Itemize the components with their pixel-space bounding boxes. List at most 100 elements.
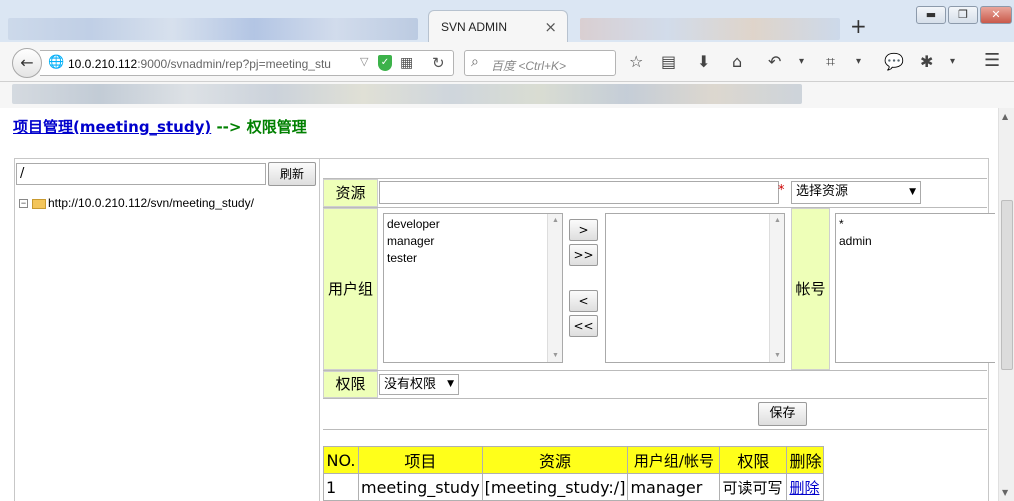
search-icon: ⌕ — [471, 54, 479, 70]
group-option[interactable]: tester — [384, 250, 562, 267]
address-bar[interactable]: 🌐 10.0.210.112:9000/svnadmin/rep?pj=meet… — [40, 50, 454, 76]
extension-dropdown-icon[interactable]: ▾ — [950, 56, 955, 67]
crop-icon[interactable]: ⌗ — [826, 52, 835, 72]
home-icon[interactable]: ⌂ — [732, 52, 742, 71]
arrow-left-icon: ← — [20, 53, 34, 72]
breadcrumb-separator: --> — [216, 118, 242, 136]
tab-title: SVN ADMIN — [441, 20, 508, 34]
row-divider — [323, 398, 987, 399]
col-no: NO. — [323, 446, 359, 474]
row-divider — [323, 429, 987, 430]
undo-icon[interactable]: ↶ — [768, 52, 781, 71]
chevron-down-icon: ▼ — [909, 187, 916, 197]
scroll-down-icon[interactable]: ▼ — [1002, 488, 1008, 497]
back-button[interactable]: ← — [12, 48, 42, 78]
breadcrumb: 项目管理(meeting_study) --> 权限管理 — [13, 116, 307, 137]
col-project: 项目 — [358, 446, 483, 474]
delete-link[interactable]: 删除 — [789, 479, 819, 497]
account-option[interactable]: admin — [836, 233, 995, 250]
account-option[interactable]: * — [836, 214, 995, 233]
menu-icon[interactable]: ☰ — [984, 50, 1000, 71]
group-option[interactable]: manager — [384, 233, 562, 250]
col-delete: 删除 — [786, 446, 825, 474]
globe-icon: 🌐 — [48, 55, 65, 70]
download-icon[interactable]: ⬇ — [697, 52, 710, 71]
resource-select[interactable]: 选择资源 ▼ — [791, 181, 921, 204]
permission-label: 权限 — [323, 371, 378, 398]
scroll-down-icon[interactable]: ▼ — [552, 352, 559, 359]
new-tab-button[interactable]: + — [850, 14, 867, 38]
selected-list[interactable]: ▲ ▼ — [605, 213, 785, 363]
close-tab-icon[interactable]: × — [544, 18, 557, 36]
refresh-button[interactable]: 刷新 — [268, 162, 316, 186]
group-option[interactable]: developer — [384, 214, 562, 233]
row-divider — [323, 207, 987, 208]
resource-select-value: 选择资源 — [796, 184, 849, 199]
cell-permission: 可读可写 — [719, 473, 788, 501]
repo-tree-panel: / 刷新 − http://10.0.210.112/svn/meeting_st… — [14, 158, 319, 501]
resource-input[interactable] — [379, 181, 779, 204]
undo-dropdown-icon[interactable]: ▾ — [799, 56, 804, 67]
add-all-button[interactable]: >> — [569, 244, 598, 266]
chevron-down-icon: ▼ — [447, 379, 454, 389]
cell-group: manager — [627, 473, 721, 501]
resource-label: 资源 — [323, 179, 378, 207]
page-title: 权限管理 — [246, 118, 307, 136]
minimize-button[interactable]: ▬ — [916, 6, 946, 24]
account-list[interactable]: * admin — [835, 213, 995, 363]
cell-resource: [meeting_study:/] — [481, 473, 629, 501]
scroll-up-icon[interactable]: ▲ — [1002, 112, 1008, 121]
permission-select-value: 没有权限 — [384, 377, 437, 392]
account-label: 帐号 — [791, 208, 830, 370]
permission-form: 资源 * 选择资源 ▼ 用户组 developer manager tester… — [323, 178, 995, 430]
scroll-up-icon[interactable]: ▲ — [552, 217, 559, 224]
security-shield-icon[interactable]: ✓ — [378, 55, 392, 71]
add-button[interactable]: > — [569, 219, 598, 241]
search-placeholder: 百度 <Ctrl+K> — [491, 59, 567, 73]
history-dropdown-icon[interactable]: ▽ — [360, 55, 368, 68]
remove-button[interactable]: < — [569, 290, 598, 312]
permission-table: NO. 项目 资源 用户组/帐号 权限 删除 1 meeting_study [… — [323, 446, 825, 501]
tree-root[interactable]: − http://10.0.210.112/svn/meeting_study/ — [19, 196, 254, 210]
col-group-account: 用户组/帐号 — [627, 446, 721, 474]
scroll-up-icon[interactable]: ▲ — [774, 217, 781, 224]
col-permission: 权限 — [719, 446, 788, 474]
scroll-down-icon[interactable]: ▼ — [774, 352, 781, 359]
table-row: 1 meeting_study [meeting_study:/] manage… — [323, 473, 825, 501]
permission-select[interactable]: 没有权限 ▼ — [379, 374, 459, 395]
path-input[interactable]: / — [16, 163, 266, 185]
collapse-icon[interactable]: − — [19, 199, 28, 209]
maximize-button[interactable]: ❐ — [948, 6, 978, 24]
tab-svn-admin[interactable]: SVN ADMIN × — [428, 10, 568, 44]
close-window-button[interactable]: ✕ — [980, 6, 1012, 24]
folder-open-icon — [32, 198, 46, 209]
blurred-tabs — [8, 18, 418, 40]
crop-dropdown-icon[interactable]: ▾ — [856, 56, 861, 67]
selected-list-scrollbar[interactable]: ▲ ▼ — [769, 214, 784, 362]
scrollbar-thumb[interactable] — [1001, 200, 1013, 370]
cell-project: meeting_study — [358, 473, 483, 501]
group-list-scrollbar[interactable]: ▲ ▼ — [547, 214, 562, 362]
page-scrollbar[interactable]: ▲ ▼ — [998, 108, 1014, 501]
search-bar[interactable]: ⌕ 百度 <Ctrl+K> — [464, 50, 616, 76]
chat-icon[interactable]: 💬 — [884, 52, 904, 71]
col-resource: 资源 — [481, 446, 629, 474]
group-list[interactable]: developer manager tester ▲ ▼ — [383, 213, 563, 363]
bookmark-star-icon[interactable]: ☆ — [629, 52, 643, 71]
table-header-row: NO. 项目 资源 用户组/帐号 权限 删除 — [323, 446, 825, 474]
blurred-bookmarks — [12, 84, 802, 104]
url-text: 10.0.210.112:9000/svnadmin/rep?pj=meetin… — [68, 57, 331, 71]
extension-icon[interactable]: ✱ — [920, 52, 933, 71]
browser-navbar: 🌐 10.0.210.112:9000/svnadmin/rep?pj=meet… — [0, 42, 1014, 82]
project-link[interactable]: 项目管理(meeting_study) — [13, 118, 211, 136]
browser-titlebar: SVN ADMIN × + ▬ ❐ ✕ — [0, 0, 1014, 44]
reading-list-icon[interactable]: ▤ — [661, 52, 676, 71]
blurred-tabs-right — [580, 18, 840, 40]
row-divider — [323, 370, 987, 371]
qr-code-icon[interactable]: ▦ — [400, 55, 413, 71]
save-button[interactable]: 保存 — [758, 402, 807, 426]
page-content: 项目管理(meeting_study) --> 权限管理 / 刷新 − http:… — [0, 108, 1000, 501]
tree-root-label[interactable]: http://10.0.210.112/svn/meeting_study/ — [48, 196, 254, 210]
remove-all-button[interactable]: << — [569, 315, 598, 337]
reload-icon[interactable]: ↻ — [432, 54, 445, 72]
